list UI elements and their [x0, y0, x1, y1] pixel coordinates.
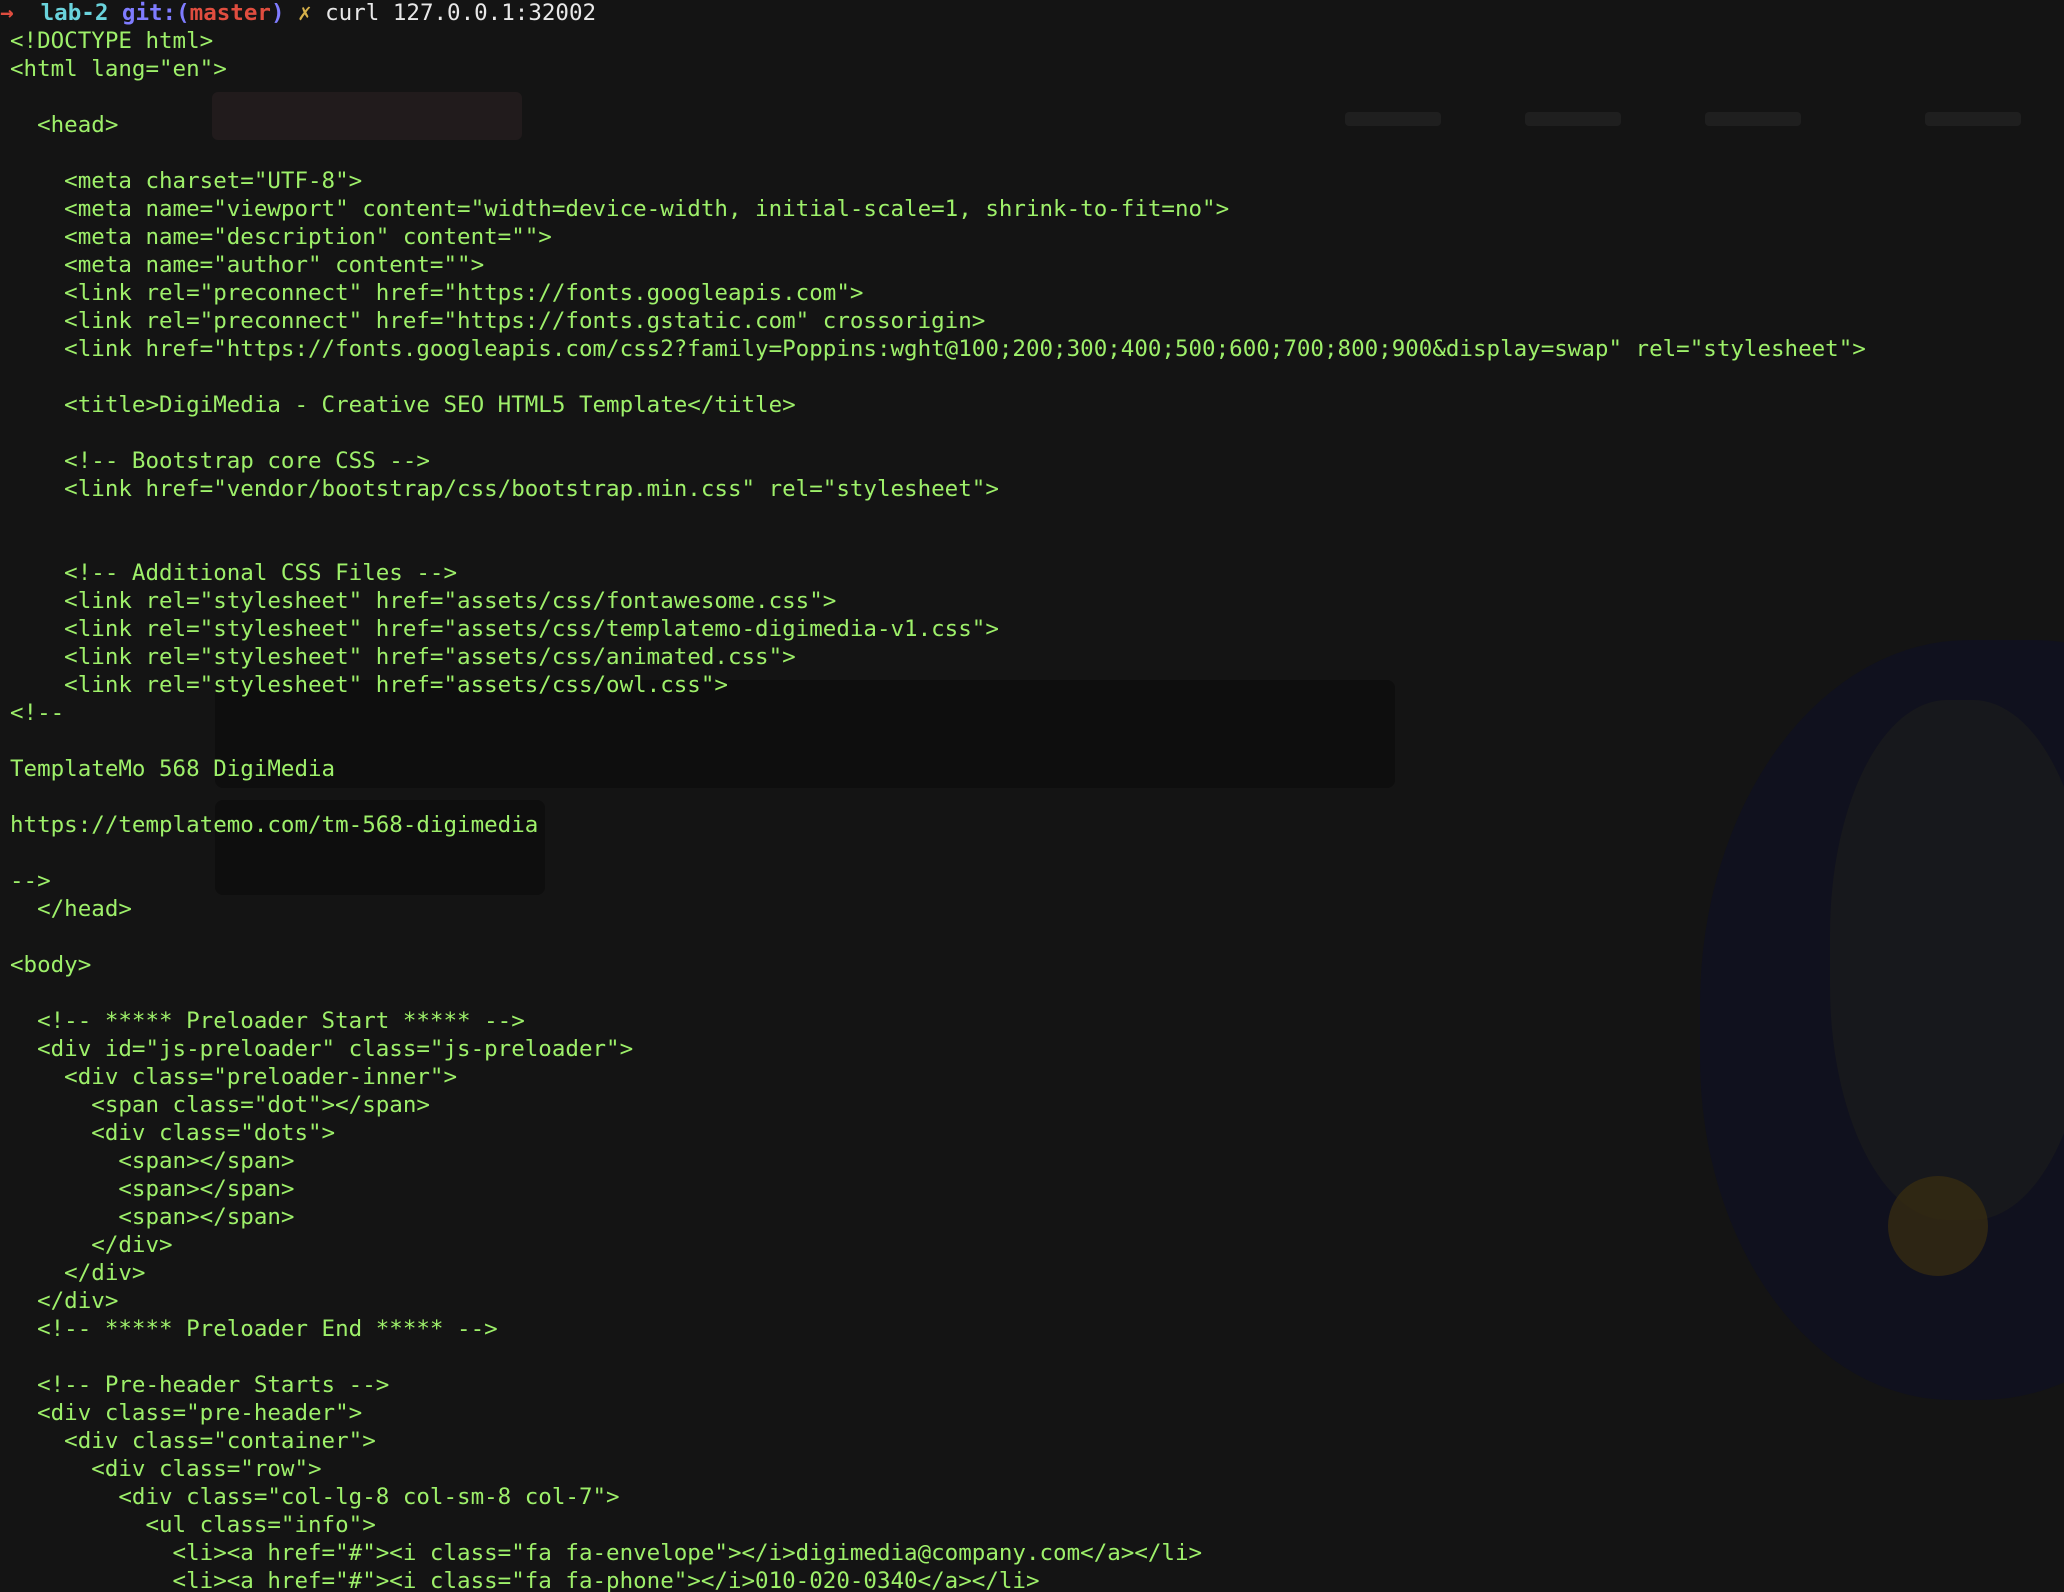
terminal-output-line: <div class="dots">: [10, 1120, 336, 1146]
terminal-output-line: <link rel="stylesheet" href="assets/css/…: [10, 616, 999, 642]
terminal-output-line: <link href="https://fonts.googleapis.com…: [10, 336, 1866, 362]
terminal-output-line: <span></span>: [10, 1176, 295, 1202]
terminal-output-line: <!--: [10, 700, 65, 726]
terminal-output-line: <link href="vendor/bootstrap/css/bootstr…: [10, 476, 999, 502]
terminal-output-line: <!-- ***** Preloader End ***** -->: [10, 1316, 498, 1342]
terminal-output-line: </div>: [10, 1288, 119, 1314]
terminal-output-line: <meta name="viewport" content="width=dev…: [10, 196, 1230, 222]
shell-prompt: → lab-2 git:(master) ✗ curl 127.0.0.1:32…: [0, 0, 596, 27]
terminal-output-line: <!DOCTYPE html>: [10, 28, 214, 54]
terminal-output-line: <div class="preloader-inner">: [10, 1064, 458, 1090]
terminal-output-line: TemplateMo 568 DigiMedia: [10, 756, 336, 782]
terminal-output-line: <div class="container">: [10, 1428, 376, 1454]
prompt-git-branch: master: [189, 0, 271, 26]
desktop-stage: → lab-2 git:(master) ✗ curl 127.0.0.1:32…: [0, 0, 2064, 1592]
terminal-output-line: <link rel="stylesheet" href="assets/css/…: [10, 672, 728, 698]
terminal-output-line: <!-- Additional CSS Files -->: [10, 560, 458, 586]
prompt-arrow-icon: →: [0, 0, 14, 26]
terminal-output-line: https://templatemo.com/tm-568-digimedia: [10, 812, 539, 838]
terminal-output-line: <head>: [10, 112, 119, 138]
terminal-output-line: <li><a href="#"><i class="fa fa-phone"><…: [10, 1568, 1040, 1592]
terminal-output-line: <title>DigiMedia - Creative SEO HTML5 Te…: [10, 392, 796, 418]
terminal-output-line: <!-- Bootstrap core CSS -->: [10, 448, 430, 474]
terminal-output-line: <link rel="preconnect" href="https://fon…: [10, 308, 986, 334]
terminal-output-line: <span class="dot"></span>: [10, 1092, 430, 1118]
terminal-output-line: <div class="pre-header">: [10, 1400, 363, 1426]
prompt-directory: lab-2: [40, 0, 109, 26]
prompt-command: curl 127.0.0.1:32002: [325, 0, 597, 26]
terminal-window[interactable]: → lab-2 git:(master) ✗ curl 127.0.0.1:32…: [0, 0, 2064, 1592]
terminal-output-line: <link rel="stylesheet" href="assets/css/…: [10, 588, 837, 614]
terminal-output-line: </div>: [10, 1260, 146, 1286]
terminal-output-line: -->: [10, 868, 51, 894]
terminal-output-line: <li><a href="#"><i class="fa fa-envelope…: [10, 1540, 1203, 1566]
terminal-output-line: <div class="col-lg-8 col-sm-8 col-7">: [10, 1484, 620, 1510]
terminal-output-line: <!-- ***** Preloader Start ***** -->: [10, 1008, 525, 1034]
terminal-output-line: <link rel="preconnect" href="https://fon…: [10, 280, 864, 306]
terminal-output-line: <body>: [10, 952, 92, 978]
terminal-output-line: <span></span>: [10, 1148, 295, 1174]
terminal-output-line: <meta charset="UTF-8">: [10, 168, 363, 194]
terminal-output-line: <div id="js-preloader" class="js-preload…: [10, 1036, 634, 1062]
terminal-output-line: <meta name="description" content="">: [10, 224, 552, 250]
prompt-dirty-icon: ✗: [298, 0, 312, 26]
terminal-output-line: <span></span>: [10, 1204, 295, 1230]
terminal-output-line: <!-- Pre-header Starts -->: [10, 1372, 390, 1398]
terminal-output-line: </div>: [10, 1232, 173, 1258]
terminal-output-line: <html lang="en">: [10, 56, 227, 82]
terminal-output-line: <meta name="author" content="">: [10, 252, 485, 278]
prompt-git-close: ): [270, 0, 285, 26]
terminal-output-line: <link rel="stylesheet" href="assets/css/…: [10, 644, 796, 670]
terminal-output-line: <div class="row">: [10, 1456, 322, 1482]
terminal-output-line: </head>: [10, 896, 132, 922]
prompt-git-label: git:(: [121, 0, 190, 26]
terminal-output-line: <ul class="info">: [10, 1512, 376, 1538]
